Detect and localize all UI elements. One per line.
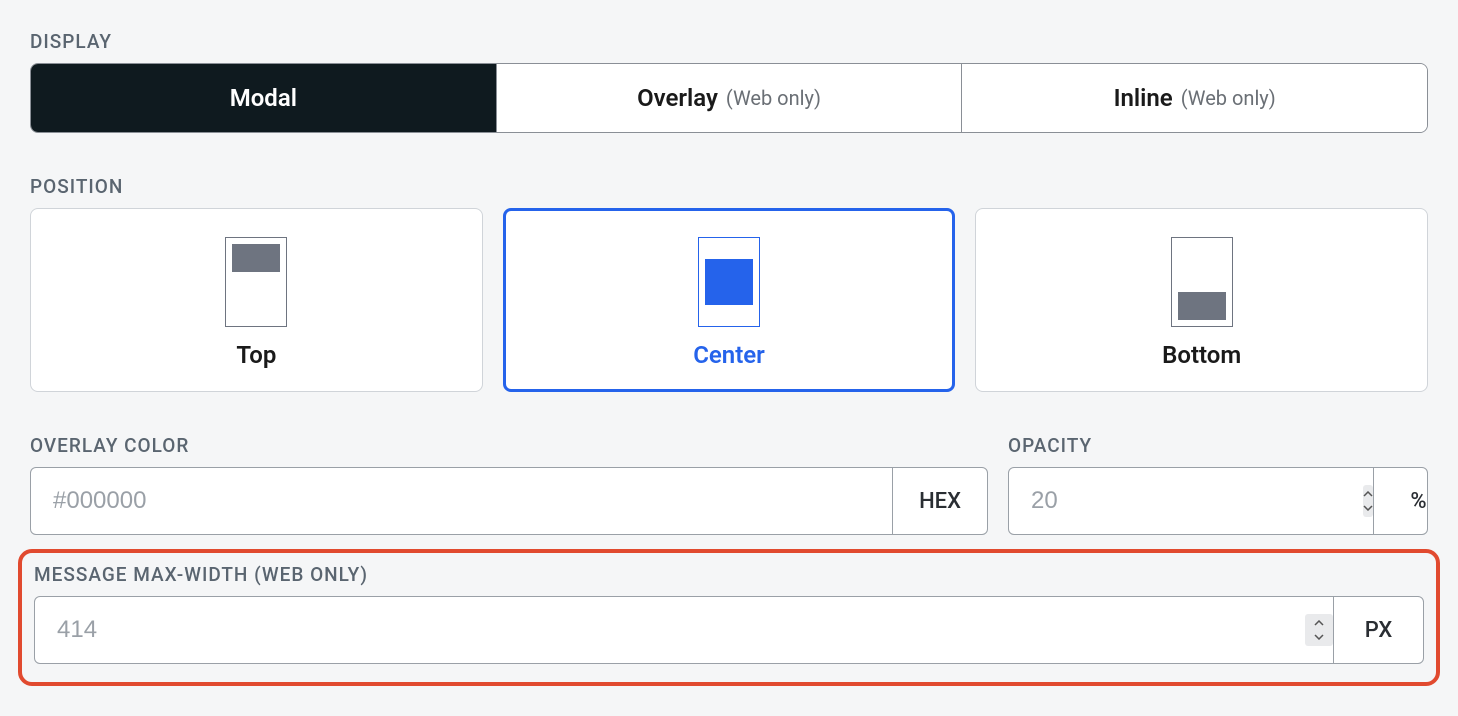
max-width-stepper[interactable] [1305,614,1333,646]
position-option-center[interactable]: Center [503,208,956,392]
overlay-color-suffix: HEX [892,468,987,534]
position-preview-frame [225,237,287,327]
chevron-up-icon [1314,616,1324,630]
position-preview-frame [698,237,760,327]
chevron-down-icon [1363,501,1373,515]
display-option-overlay[interactable]: Overlay (Web only) [497,64,963,132]
position-option-label: Bottom [1162,341,1241,369]
position-option-top[interactable]: Top [30,208,483,392]
opacity-stepper[interactable] [1363,485,1373,517]
overlay-color-input[interactable] [31,468,892,534]
chevron-down-icon [1314,630,1324,644]
opacity-suffix: % [1373,468,1458,534]
opacity-input-group: % [1008,467,1428,535]
overlay-color-input-group: HEX [30,467,988,535]
max-width-highlight: MESSAGE MAX-WIDTH (WEB ONLY) PX [18,549,1440,686]
overlay-color-label: OVERLAY COLOR [30,434,988,457]
display-option-label: Overlay [637,84,718,112]
display-option-inline[interactable]: Inline (Web only) [962,64,1427,132]
web-only-hint: (Web only) [1181,86,1276,110]
position-preview-block [1178,292,1226,320]
position-label: POSITION [30,175,1428,198]
position-preview-block [705,259,753,305]
display-option-modal[interactable]: Modal [31,64,497,132]
position-option-label: Top [236,341,276,369]
web-only-hint: (Web only) [726,86,821,110]
max-width-input-group: PX [34,596,1424,664]
opacity-input[interactable] [1009,468,1363,534]
max-width-suffix: PX [1333,597,1423,663]
display-option-label: Inline [1114,84,1173,112]
opacity-label: OPACITY [1008,434,1428,457]
position-options: Top Center Bottom [30,208,1428,392]
max-width-label: MESSAGE MAX-WIDTH (WEB ONLY) [34,563,1424,586]
position-preview-block [232,244,280,272]
display-option-label: Modal [230,84,297,112]
display-label: DISPLAY [30,30,1428,53]
position-preview-frame [1171,237,1233,327]
display-segmented-control: Modal Overlay (Web only) Inline (Web onl… [30,63,1428,133]
max-width-input[interactable] [35,597,1305,663]
position-option-bottom[interactable]: Bottom [975,208,1428,392]
position-option-label: Center [693,341,765,369]
chevron-up-icon [1363,487,1373,501]
